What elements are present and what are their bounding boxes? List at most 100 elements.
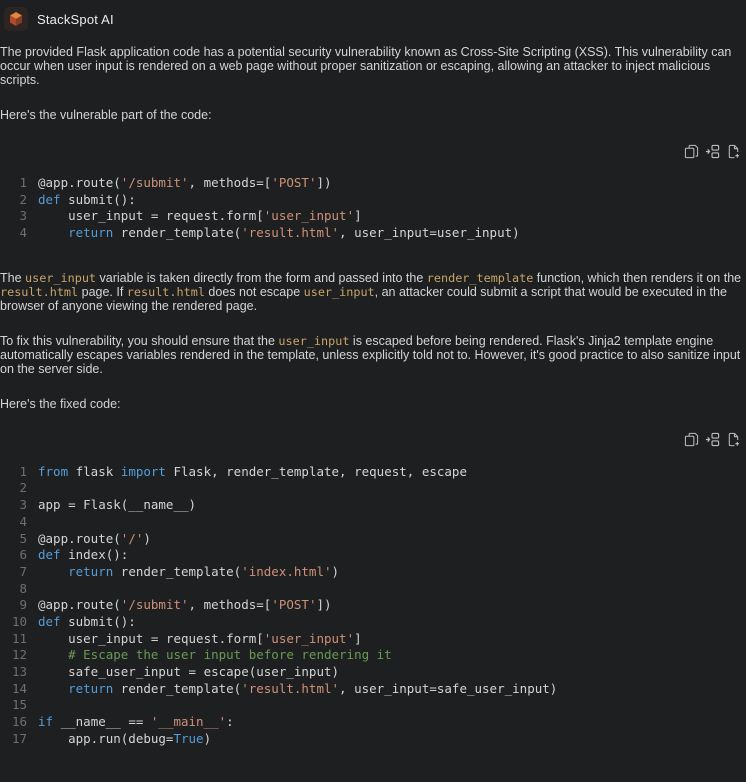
code-token: ]): [316, 175, 332, 190]
inline-code: user_input: [303, 284, 375, 299]
code-token: '/submit': [120, 175, 189, 190]
line-number: 6: [19, 547, 27, 563]
code-line: 2: [0, 480, 746, 497]
code-line: 1 @app.route('/submit', methods=['POST']): [0, 175, 746, 192]
app-header: StackSpot AI: [0, 0, 746, 33]
code-line: 8: [0, 581, 746, 598]
code-token: render_template(: [113, 563, 242, 579]
code-line: 13 safe_user_input = escape(user_input): [0, 664, 746, 681]
insert-code-button[interactable]: [704, 143, 720, 159]
response-paragraph: The provided Flask application code has …: [0, 45, 732, 87]
code-line: 3 user_input = request.form['user_input'…: [0, 208, 746, 225]
code-line: 1 from flask import Flask, render_templat…: [0, 464, 746, 481]
chat-response: The provided Flask application code has …: [0, 33, 746, 782]
code-token: , user_input=user_input): [339, 225, 520, 241]
line-number: 3: [19, 497, 27, 513]
code-token: Flask, render_template, request, escape: [165, 463, 467, 479]
response-paragraph: Here's the fixed code:: [0, 396, 121, 411]
code-block: 1 from flask import Flask, render_templat…: [0, 432, 746, 748]
code-token: ): [203, 730, 212, 746]
inline-code: render_template: [426, 270, 534, 285]
code-line: 4 return render_template('result.html', …: [0, 225, 746, 242]
code-token: if: [38, 714, 54, 730]
copy-icon: [684, 433, 698, 447]
code-line: 11 user_input = request.form['user_input…: [0, 631, 746, 648]
line-number: 1: [19, 175, 27, 190]
insert-into-editor-icon: [705, 144, 719, 158]
code-token: '/': [120, 530, 144, 546]
inline-code: result.html: [0, 284, 79, 299]
line-number: 4: [19, 513, 27, 529]
code-token: app = Flask(__name__): [38, 497, 197, 513]
line-number: 7: [19, 563, 27, 579]
code-token: :: [226, 714, 234, 730]
code-token: render_template(: [113, 225, 242, 241]
code-token: submit():: [60, 191, 136, 207]
code-token: def: [38, 191, 61, 207]
code-line: 14 return render_template('result.html',…: [0, 681, 746, 698]
code-token: # Escape the user input before rendering…: [68, 647, 392, 663]
code-line: 9 @app.route('/submit', methods=['POST']): [0, 597, 746, 614]
code-token: 'result.html': [241, 225, 340, 241]
code-token: __name__ ==: [53, 714, 151, 730]
code-token: user_input = request.form[: [38, 630, 264, 646]
response-paragraph: The user_input variable is taken directl…: [0, 270, 742, 313]
code-token: safe_user_input = escape(user_input): [38, 664, 340, 679]
code-line: 10 def submit():: [0, 614, 746, 631]
code-token: index():: [60, 547, 129, 563]
code-token: '__main__': [150, 714, 227, 730]
copy-code-button[interactable]: [683, 432, 699, 448]
code-token: return: [68, 680, 114, 696]
code-line: 12 # Escape the user input before render…: [0, 647, 746, 664]
line-number: 15: [11, 697, 27, 713]
code-token: return: [68, 563, 114, 579]
code-line: 4: [0, 514, 746, 531]
code-token: ]): [316, 597, 332, 613]
code-token: 'result.html': [241, 680, 340, 696]
code-token: submit():: [60, 613, 136, 629]
new-file-button[interactable]: [725, 143, 741, 159]
code-token: @app.route(: [38, 530, 121, 546]
code-toolbar: [0, 432, 746, 448]
line-number: 16: [11, 714, 27, 730]
code-token: render_template(: [113, 680, 242, 696]
code-token: 'index.html': [241, 563, 332, 579]
code-token: 'user_input': [263, 208, 355, 224]
insert-into-editor-icon: [705, 433, 719, 447]
line-number: 3: [19, 208, 27, 224]
response-paragraph: To fix this vulnerability, you should en…: [0, 333, 741, 376]
line-number: 4: [19, 225, 27, 241]
code-token: def: [38, 547, 61, 563]
copy-code-button[interactable]: [683, 143, 699, 159]
code-token: 'user_input': [263, 630, 355, 646]
code-token: , user_input=safe_user_input): [339, 680, 558, 696]
code-line: 6 def index():: [0, 547, 746, 564]
app-title: StackSpot AI: [37, 11, 114, 27]
code-listing: 1 @app.route('/submit', methods=['POST'])…: [0, 175, 746, 242]
inline-code: user_input: [25, 270, 97, 285]
line-number: 2: [19, 480, 27, 496]
code-toolbar: [0, 143, 746, 159]
line-number: 5: [19, 530, 27, 546]
line-number: 11: [11, 630, 27, 646]
code-listing: 1 from flask import Flask, render_templat…: [0, 464, 746, 748]
code-token: 'POST': [271, 597, 317, 613]
insert-code-button[interactable]: [704, 432, 720, 448]
code-token: app.run(debug=: [38, 730, 174, 746]
line-number: 2: [19, 191, 27, 207]
new-file-button[interactable]: [725, 432, 741, 448]
inline-code: user_input: [278, 333, 350, 348]
code-token: ]: [354, 630, 362, 646]
code-token: user_input = request.form[: [38, 208, 264, 224]
code-token: 'POST': [271, 175, 317, 190]
line-number: 1: [19, 463, 27, 479]
copy-icon: [684, 144, 698, 158]
code-token: ]: [354, 208, 362, 224]
code-token: @app.route(: [38, 597, 121, 613]
inline-code: result.html: [126, 284, 205, 299]
line-number: 13: [11, 664, 27, 679]
